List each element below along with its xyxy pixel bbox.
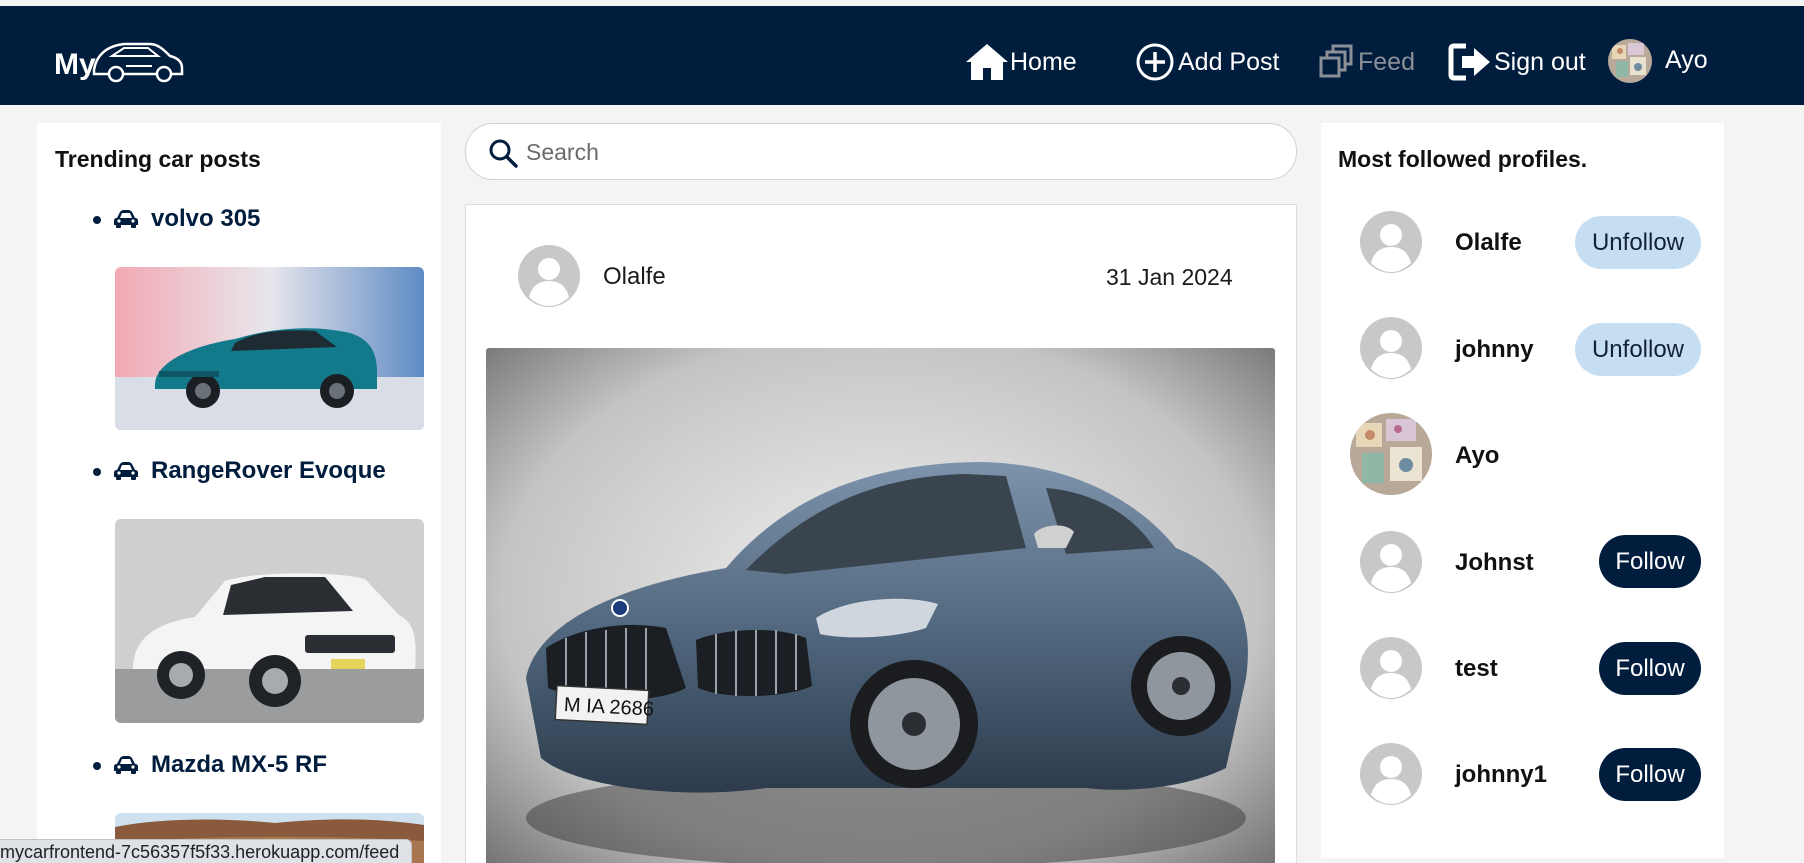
default-avatar-icon[interactable] [1360, 211, 1422, 273]
avatar-image-icon [1608, 39, 1652, 83]
default-avatar-icon[interactable] [518, 245, 580, 307]
nav-feed-link[interactable]: Feed [1316, 40, 1415, 84]
trending-item-label[interactable]: volvo 305 [151, 205, 260, 233]
brand-logo[interactable]: My [54, 34, 184, 86]
search-bar[interactable] [465, 123, 1297, 180]
profile-name[interactable]: Johnst [1455, 549, 1534, 577]
user-avatar[interactable] [1350, 413, 1432, 495]
nav-add-post-link[interactable]: Add Post [1134, 40, 1279, 84]
nav-feed-label: Feed [1358, 47, 1415, 76]
trending-item-image[interactable] [115, 267, 424, 430]
nav-home-link[interactable]: Home [964, 40, 1077, 84]
nav-sign-out-label: Sign out [1494, 47, 1586, 76]
profile-name[interactable]: Ayo [1455, 442, 1499, 470]
profile-name[interactable]: test [1455, 655, 1498, 683]
trending-item-image[interactable] [115, 519, 424, 723]
home-icon [966, 44, 1008, 80]
bmw-coupe-photo: M IA 2686 [486, 348, 1275, 863]
suv-photo [115, 519, 424, 723]
unfollow-button[interactable]: Unfollow [1575, 323, 1701, 376]
nav-username[interactable]: Ayo [1665, 46, 1708, 75]
search-icon [489, 139, 518, 168]
post-date: 31 Jan 2024 [1106, 264, 1233, 290]
post-image[interactable]: M IA 2686 [486, 348, 1275, 863]
list-bullet [93, 468, 101, 476]
sports-car-logo-icon: My [54, 42, 184, 83]
search-input[interactable] [526, 134, 1266, 170]
post-author[interactable]: Olalfe [603, 263, 666, 291]
sign-out-icon [1448, 43, 1490, 81]
profile-name[interactable]: johnny1 [1455, 761, 1547, 789]
profiles-title: Most followed profiles. [1338, 146, 1588, 172]
plus-circle-icon [1136, 43, 1174, 81]
unfollow-button[interactable]: Unfollow [1575, 216, 1701, 269]
default-avatar-icon[interactable] [1360, 743, 1422, 805]
follow-button[interactable]: Follow [1599, 535, 1701, 588]
list-bullet [93, 216, 101, 224]
browser-status-url: mycarfrontend-7c56357f5f33.herokuapp.com… [0, 839, 412, 863]
profile-name[interactable]: johnny [1455, 336, 1534, 364]
nav-sign-out-link[interactable]: Sign out [1448, 40, 1586, 84]
svg-text:My: My [54, 48, 96, 81]
default-avatar-icon[interactable] [1360, 317, 1422, 379]
suv-photo [115, 267, 424, 430]
user-avatar[interactable] [1608, 39, 1652, 83]
car-icon [114, 756, 138, 774]
follow-button[interactable]: Follow [1599, 748, 1701, 801]
profiles-panel: Most followed profiles. Olalfe Unfollow … [1321, 123, 1724, 858]
car-icon [114, 462, 138, 480]
list-bullet [93, 762, 101, 770]
navbar: My Home Add Post Feed Sign out Ayo [0, 6, 1804, 105]
svg-text:M IA 2686: M IA 2686 [563, 694, 654, 721]
profile-name[interactable]: Olalfe [1455, 229, 1522, 257]
nav-home-label: Home [1010, 47, 1077, 76]
trending-item-label[interactable]: RangeRover Evoque [151, 457, 386, 485]
default-avatar-icon[interactable] [1360, 531, 1422, 593]
default-avatar-icon[interactable] [1360, 637, 1422, 699]
car-icon [114, 210, 138, 228]
trending-panel: Trending car posts volvo 305 RangeRover … [37, 123, 441, 863]
trending-item-label[interactable]: Mazda MX-5 RF [151, 751, 327, 779]
trending-title: Trending car posts [55, 146, 261, 172]
follow-button[interactable]: Follow [1599, 642, 1701, 695]
nav-add-post-label: Add Post [1178, 47, 1280, 76]
stacked-squares-icon [1319, 44, 1353, 78]
post-card: Olalfe 31 Jan 2024 M IA 2686 [465, 204, 1297, 863]
